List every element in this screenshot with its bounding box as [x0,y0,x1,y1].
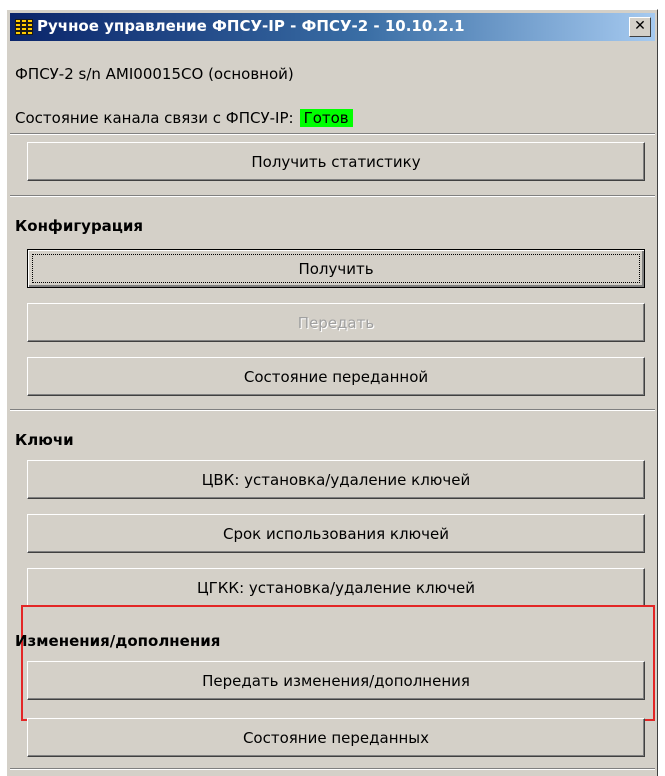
changes-section-title: Изменения/дополнения [15,632,221,650]
separator [10,409,655,411]
send-changes-button[interactable]: Передать изменения/дополнения [27,661,645,700]
close-button[interactable]: ✕ [629,17,651,37]
cvk-keys-button[interactable]: ЦВК: установка/удаление ключей [27,460,645,499]
channel-state-row: Состояние канала связи с ФПСУ-IP: Готов [15,109,353,127]
focus-rectangle [32,254,640,283]
sent-configuration-state-button[interactable]: Состояние переданной [27,357,645,396]
configuration-section-title: Конфигурация [15,217,144,235]
cgkk-keys-button[interactable]: ЦГКК: установка/удаление ключей [27,568,645,607]
title-bar[interactable]: Ручное управление ФПСУ-IP - ФПСУ-2 - 10.… [10,13,655,41]
send-configuration-button[interactable]: Передать [27,303,645,342]
manual-control-window: Ручное управление ФПСУ-IP - ФПСУ-2 - 10.… [6,9,658,776]
sent-changes-state-button[interactable]: Состояние переданных [27,718,645,757]
window-title: Ручное управление ФПСУ-IP - ФПСУ-2 - 10.… [37,17,465,35]
device-info: ФПСУ-2 s/n AMI00015CO (основной) [15,65,294,83]
channel-status-badge: Готов [299,109,353,127]
close-icon: ✕ [634,18,646,34]
separator [10,768,655,770]
channel-state-label: Состояние канала связи с ФПСУ-IP: [15,109,294,127]
key-usage-period-button[interactable]: Срок использования ключей [27,514,645,553]
separator [10,133,655,135]
separator [10,195,655,197]
keys-section-title: Ключи [15,431,74,449]
get-statistics-button[interactable]: Получить статистику [27,142,645,181]
app-grid-icon [15,19,33,35]
get-configuration-button[interactable]: Получить [27,249,645,288]
